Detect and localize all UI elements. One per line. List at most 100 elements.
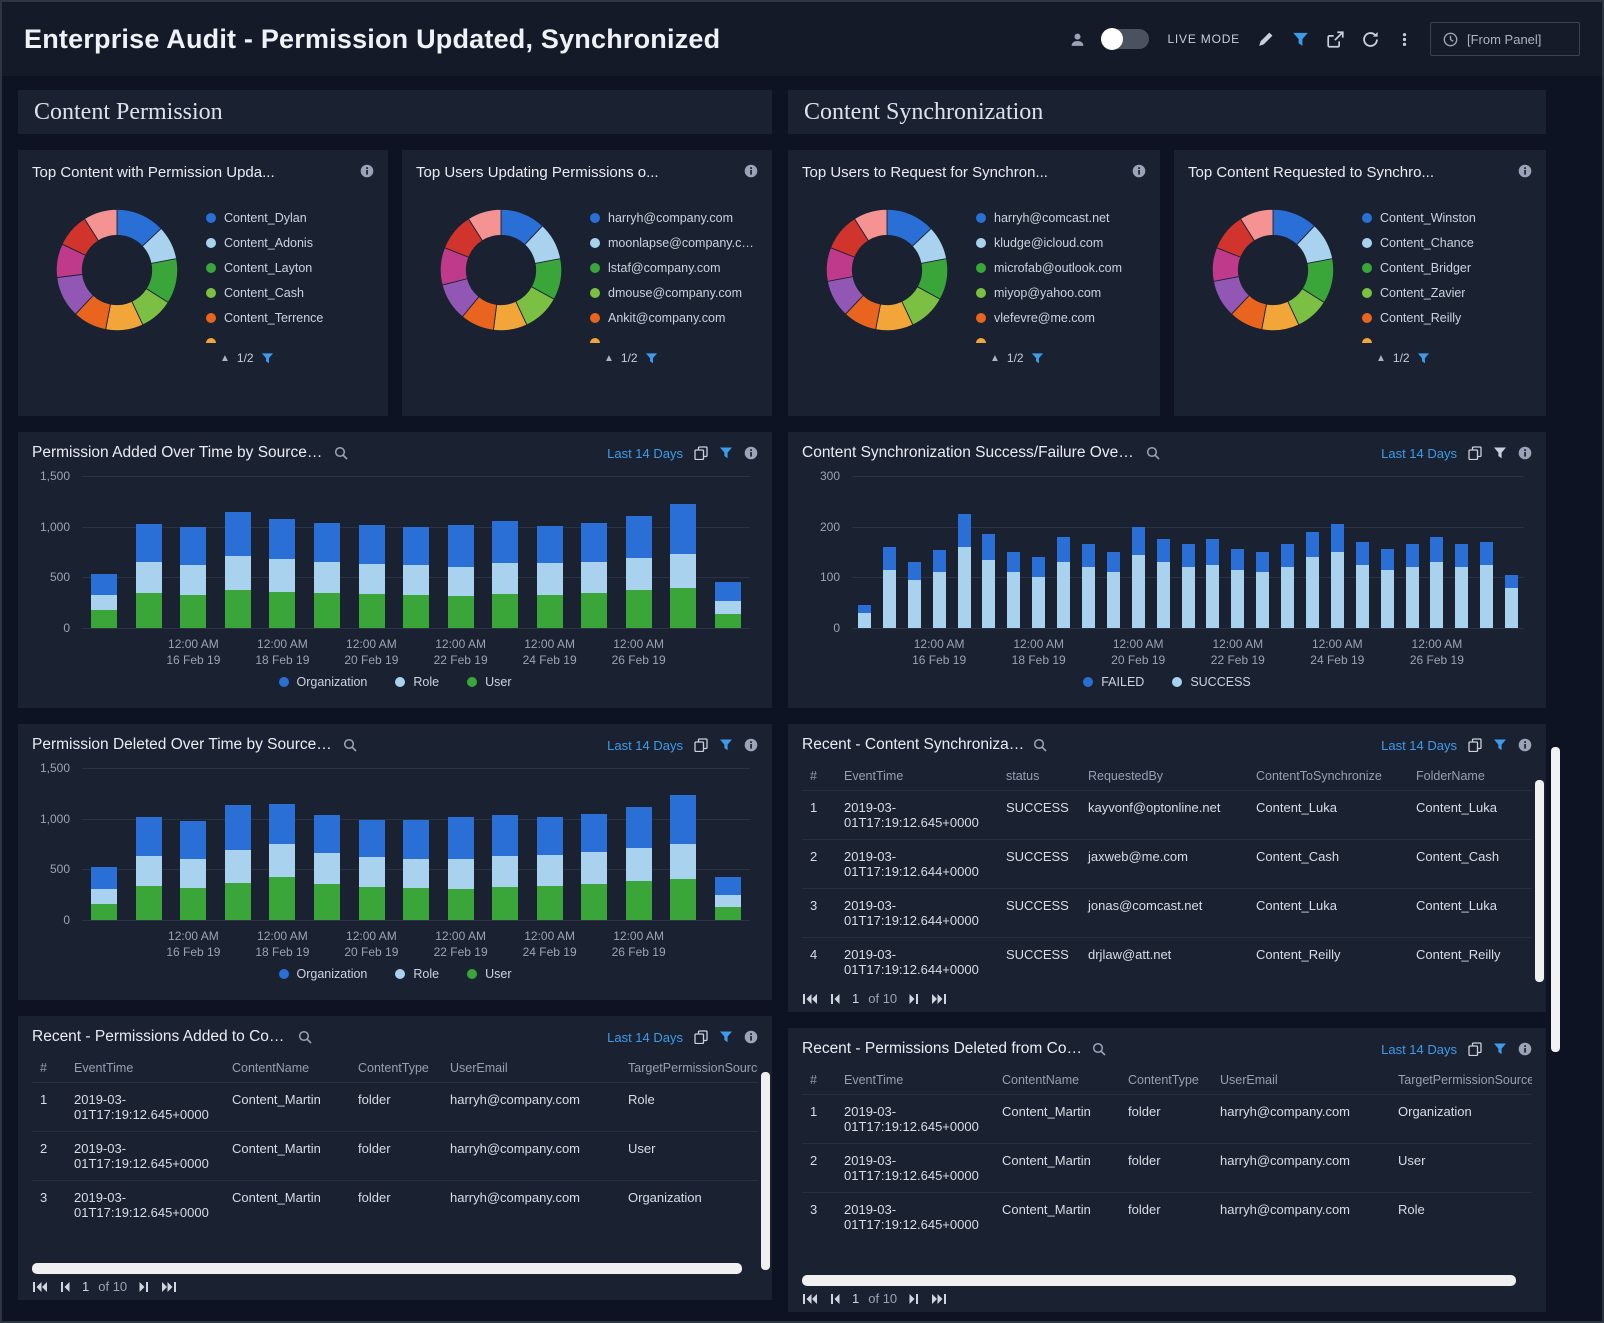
- first-page-icon[interactable]: [32, 1280, 48, 1294]
- bar-segment: [136, 562, 162, 592]
- filter-icon[interactable]: [645, 352, 658, 365]
- magnifier-icon[interactable]: [334, 446, 348, 460]
- next-page-icon[interactable]: [906, 1292, 922, 1306]
- legend-page-up-icon[interactable]: ▲: [990, 353, 1000, 364]
- time-range-label[interactable]: Last 14 Days: [607, 738, 683, 753]
- copy-icon[interactable]: [1468, 1042, 1482, 1056]
- time-range-label[interactable]: Last 14 Days: [1381, 738, 1457, 753]
- legend-label: Ankit@company.com: [608, 311, 725, 325]
- vertical-scrollbar[interactable]: [1535, 780, 1544, 982]
- magnifier-icon[interactable]: [1092, 1042, 1106, 1056]
- filter-icon[interactable]: [719, 1030, 733, 1044]
- export-icon[interactable]: [1327, 31, 1344, 48]
- info-icon[interactable]: [1132, 164, 1146, 178]
- legend-dot: [1362, 263, 1372, 273]
- info-icon[interactable]: [1518, 164, 1532, 178]
- bar-segment: [359, 525, 385, 564]
- legend-item: User: [467, 966, 511, 982]
- info-icon[interactable]: [744, 1030, 758, 1044]
- table-pagination: 1 of 10: [32, 1279, 177, 1294]
- horizontal-scrollbar[interactable]: [802, 1275, 1516, 1286]
- table-row: 12019-03-01T17:19:12.645+0000Content_Mar…: [802, 1095, 1532, 1144]
- time-range-label[interactable]: Last 14 Days: [1381, 1042, 1457, 1057]
- bar-segment: [1480, 565, 1493, 628]
- last-page-icon[interactable]: [931, 1292, 947, 1306]
- stacked-bar: [180, 821, 206, 920]
- filter-icon[interactable]: [1493, 446, 1507, 460]
- stacked-bar: [1182, 544, 1195, 628]
- magnifier-icon[interactable]: [343, 738, 357, 752]
- prev-page-icon[interactable]: [57, 1280, 73, 1294]
- next-page-icon[interactable]: [136, 1280, 152, 1294]
- time-range-selector[interactable]: [From Panel]: [1430, 22, 1580, 56]
- first-page-icon[interactable]: [802, 992, 818, 1006]
- copy-icon[interactable]: [1468, 446, 1482, 460]
- copy-icon[interactable]: [1468, 738, 1482, 752]
- info-icon[interactable]: [360, 164, 374, 178]
- last-page-icon[interactable]: [161, 1280, 177, 1294]
- copy-icon[interactable]: [694, 738, 708, 752]
- more-options-icon[interactable]: [1397, 32, 1412, 47]
- filter-icon[interactable]: [1292, 31, 1309, 48]
- filter-icon[interactable]: [1031, 352, 1044, 365]
- legend-page-up-icon[interactable]: ▲: [1376, 353, 1386, 364]
- bar-segment: [581, 562, 607, 592]
- horizontal-scrollbar[interactable]: [32, 1263, 742, 1274]
- legend-item: Content_Cash: [206, 280, 374, 305]
- info-icon[interactable]: [744, 446, 758, 460]
- filter-icon[interactable]: [261, 352, 274, 365]
- legend-label: microfab@outlook.com: [994, 261, 1122, 275]
- info-icon[interactable]: [1518, 446, 1532, 460]
- time-range-label[interactable]: Last 14 Days: [607, 446, 683, 461]
- bar-segment: [1505, 588, 1518, 629]
- dashboard-page: Enterprise Audit - Permission Updated, S…: [0, 0, 1604, 1323]
- live-mode-toggle[interactable]: [1103, 29, 1149, 49]
- info-icon[interactable]: [744, 738, 758, 752]
- stacked-bar: [1057, 537, 1070, 628]
- table-cell: harryh@company.com: [442, 1181, 620, 1230]
- panel-title: Top Users Updating Permissions o...: [416, 164, 659, 181]
- time-range-label[interactable]: Last 14 Days: [1381, 446, 1457, 461]
- gridline: [852, 628, 1524, 629]
- magnifier-icon[interactable]: [298, 1030, 312, 1044]
- copy-icon[interactable]: [694, 446, 708, 460]
- info-icon[interactable]: [1518, 1042, 1532, 1056]
- table-cell: 2: [32, 1132, 66, 1181]
- prev-page-icon[interactable]: [827, 1292, 843, 1306]
- refresh-icon[interactable]: [1362, 31, 1379, 48]
- panel-title: Permission Added Over Time by Source Typ…: [32, 444, 326, 462]
- y-axis-tick: 1,000: [40, 812, 70, 826]
- bar-segment: [403, 820, 429, 860]
- filter-icon[interactable]: [1493, 738, 1507, 752]
- page-number: 1: [82, 1279, 89, 1294]
- page-vertical-scrollbar[interactable]: [1551, 747, 1560, 1052]
- info-icon[interactable]: [1518, 738, 1532, 752]
- next-page-icon[interactable]: [906, 992, 922, 1006]
- edit-pencil-icon[interactable]: [1258, 31, 1274, 47]
- info-icon[interactable]: [744, 164, 758, 178]
- copy-icon[interactable]: [694, 1030, 708, 1044]
- filter-icon[interactable]: [719, 446, 733, 460]
- magnifier-icon[interactable]: [1033, 738, 1047, 752]
- stacked-bar: [136, 817, 162, 920]
- filter-icon[interactable]: [1493, 1042, 1507, 1056]
- column-header: EventTime: [836, 762, 998, 791]
- time-range-label[interactable]: Last 14 Days: [607, 1030, 683, 1045]
- bar-segment: [1306, 532, 1319, 557]
- bar-segment: [715, 601, 741, 614]
- filter-icon[interactable]: [1417, 352, 1430, 365]
- first-page-icon[interactable]: [802, 1292, 818, 1306]
- last-page-icon[interactable]: [931, 992, 947, 1006]
- prev-page-icon[interactable]: [827, 992, 843, 1006]
- bar-segment: [670, 844, 696, 879]
- table-cell: 2019-03-01T17:19:12.645+0000: [836, 1144, 994, 1193]
- legend-dot: [590, 238, 600, 248]
- legend-label: Organization: [297, 675, 368, 689]
- bar-segment: [225, 512, 251, 557]
- filter-icon[interactable]: [719, 738, 733, 752]
- legend-page-up-icon[interactable]: ▲: [220, 353, 230, 364]
- legend-page-up-icon[interactable]: ▲: [604, 353, 614, 364]
- magnifier-icon[interactable]: [1146, 446, 1160, 460]
- vertical-scrollbar[interactable]: [761, 1072, 770, 1270]
- table-cell: 1: [802, 791, 836, 840]
